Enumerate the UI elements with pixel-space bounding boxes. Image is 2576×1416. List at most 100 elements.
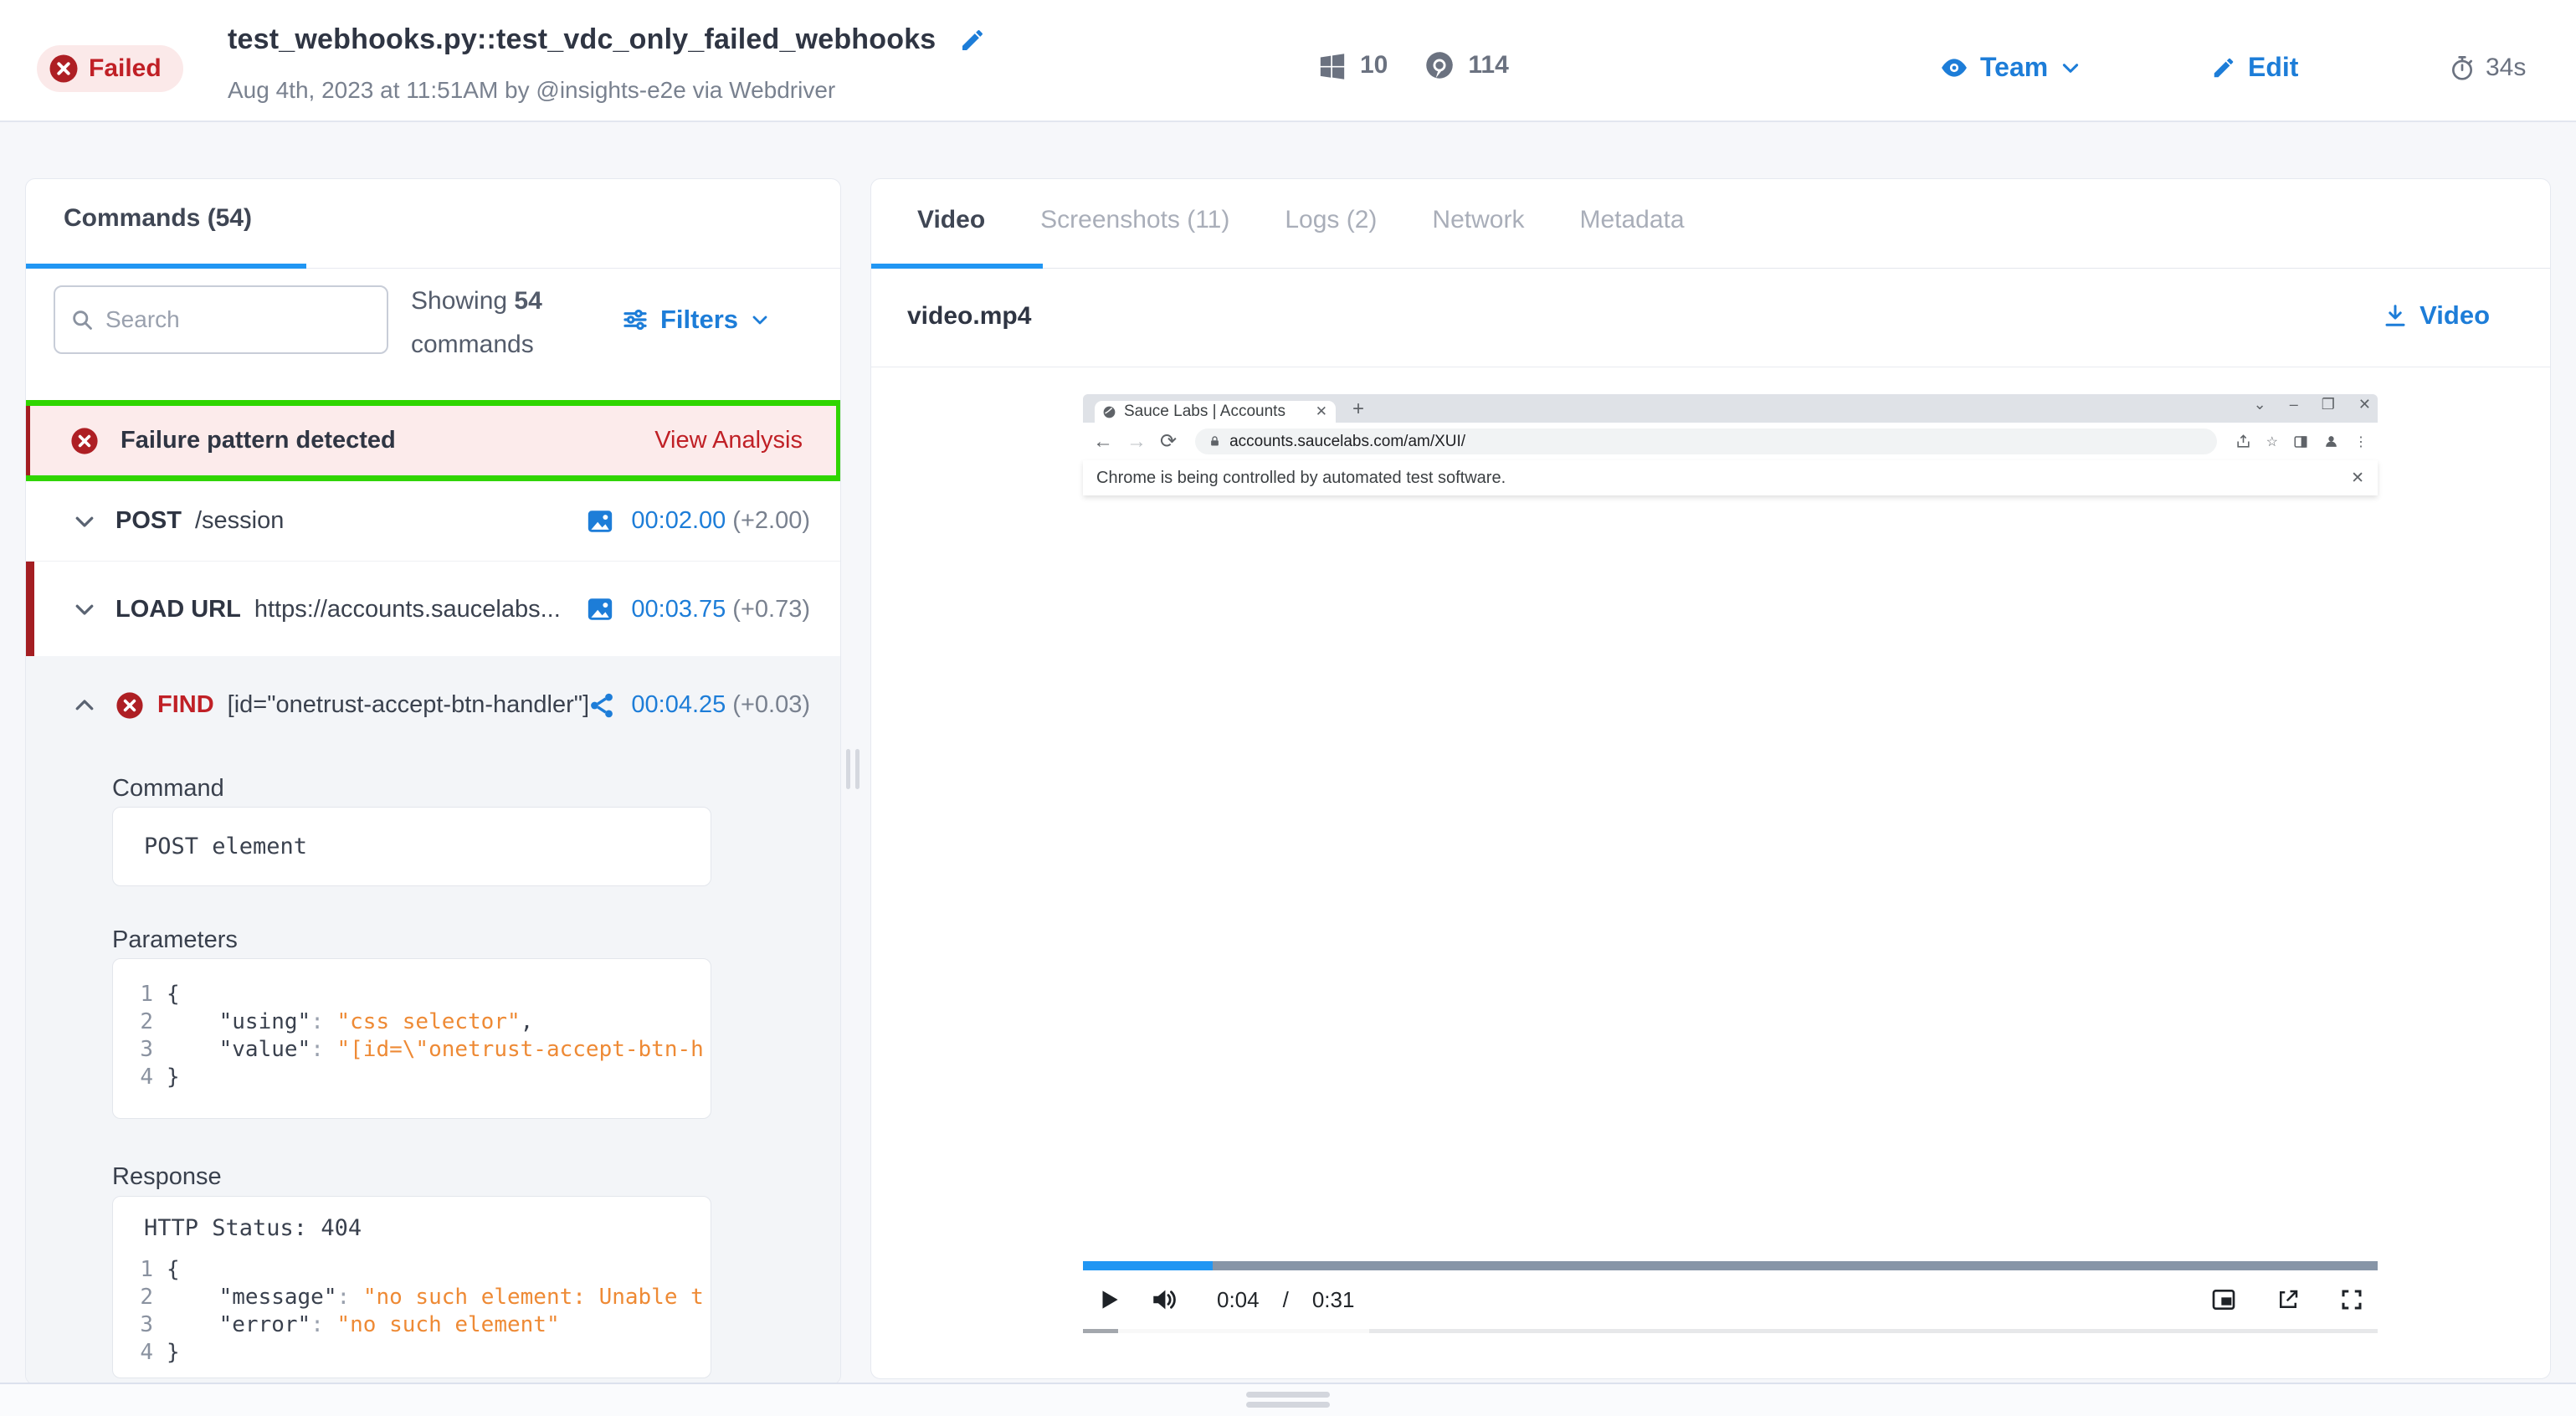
error-x-icon [70, 427, 99, 455]
tab-video[interactable]: Video [917, 206, 985, 234]
address-bar: accounts.saucelabs.com/am/XUI/ [1195, 428, 2217, 454]
chevron-down-icon[interactable] [72, 509, 97, 534]
window-dropdown-icon: ⌄ [2254, 396, 2266, 413]
showing-count: Showing 54 commands [411, 280, 542, 367]
new-tab-icon: + [1352, 398, 1364, 421]
volume-icon[interactable] [1150, 1285, 1178, 1314]
command-target: https://accounts.saucelabs... [254, 596, 587, 623]
tab-network[interactable]: Network [1432, 206, 1524, 234]
command-delta: (+0.73) [732, 596, 810, 623]
video-progress-bar[interactable] [1083, 1261, 2378, 1270]
video-current-time: 0:04 [1217, 1287, 1260, 1313]
commands-panel: Commands (54) Showing 54 commands Filter… [25, 178, 841, 1385]
download-label: Video [2419, 300, 2490, 331]
command-method: FIND [157, 691, 214, 719]
command-search[interactable] [54, 285, 388, 354]
chrome-icon [1424, 50, 1455, 80]
bottom-panel-strip [0, 1383, 2576, 1416]
chevron-up-icon[interactable] [72, 693, 97, 718]
status-text: Failed [89, 54, 162, 83]
filters-button[interactable]: Filters [622, 305, 770, 335]
window-controls: ⌄ – ❐ ✕ [2254, 396, 2371, 413]
team-label: Team [1980, 52, 2048, 83]
os-version: 10 [1360, 51, 1388, 80]
tab-logs[interactable]: Logs (2) [1285, 206, 1377, 234]
command-time: 00:03.75 [631, 596, 726, 623]
browser-tab: Sauce Labs | Accounts ✕ [1095, 401, 1336, 423]
chevron-down-icon[interactable] [72, 597, 97, 622]
browser-item: 114 [1424, 50, 1508, 80]
command-row-find[interactable]: FIND [id="onetrust-accept-btn-handler"] … [26, 656, 840, 754]
bookmark-star-icon: ☆ [2266, 434, 2278, 450]
command-row-post-session[interactable]: POST /session 00:02.00 (+2.00) [26, 481, 840, 562]
video-file-row: video.mp4 Video [871, 269, 2550, 367]
open-in-new-icon[interactable] [2276, 1287, 2301, 1312]
video-tab-underline [871, 264, 1043, 269]
browser-tab-title: Sauce Labs | Accounts [1124, 403, 1307, 421]
bottom-resize-handle[interactable] [1246, 1392, 1330, 1412]
command-target: [id="onetrust-accept-btn-handler"] [228, 691, 588, 719]
screenshot-image-icon[interactable] [586, 595, 614, 623]
screenshot-image-icon[interactable] [586, 507, 614, 536]
automation-infobar: Chrome is being controlled by automated … [1083, 460, 2378, 495]
window-restore-icon: ❐ [2322, 396, 2335, 413]
failure-banner-highlight: Failure pattern detected View Analysis [25, 400, 841, 481]
tab-commands[interactable]: Commands (54) [64, 204, 252, 233]
video-time-separator: / [1283, 1287, 1289, 1313]
chevron-down-icon [750, 310, 770, 330]
share-icon[interactable] [588, 691, 616, 720]
asset-panel: Video Screenshots (11) Logs (2) Network … [870, 178, 2551, 1379]
video-scrollbar[interactable] [1083, 1329, 2378, 1333]
http-status: HTTP Status: 404 [113, 1215, 702, 1241]
panel-resize-handle[interactable] [846, 749, 860, 789]
edit-button[interactable]: Edit [2211, 52, 2298, 83]
download-icon [2383, 303, 2408, 328]
tab-screenshots[interactable]: Screenshots (11) [1040, 206, 1229, 234]
failure-banner-text: Failure pattern detected [121, 427, 396, 454]
command-expanded-section: FIND [id="onetrust-accept-btn-handler"] … [26, 656, 840, 1385]
play-icon[interactable] [1096, 1287, 1121, 1312]
os-item: 10 [1318, 51, 1388, 80]
download-video-button[interactable]: Video [2383, 300, 2490, 331]
parameters-section-label: Parameters [112, 926, 238, 954]
side-panel-icon [2293, 434, 2308, 449]
video-frame[interactable]: Sauce Labs | Accounts ✕ + ⌄ – ❐ ✕ ← → ⟳ … [1083, 394, 2378, 495]
tab-close-icon: ✕ [1316, 403, 1327, 420]
menu-dots-icon: ⋮ [2354, 434, 2368, 450]
filters-label: Filters [660, 305, 738, 335]
lock-icon [1208, 435, 1221, 448]
window-minimize-icon: – [2290, 396, 2298, 413]
search-input[interactable] [105, 306, 357, 333]
environment-info: 10 114 [1318, 50, 1509, 80]
picture-in-picture-icon[interactable] [2210, 1286, 2237, 1313]
fullscreen-icon[interactable] [2339, 1287, 2364, 1312]
command-time: 00:04.25 [631, 691, 726, 719]
view-analysis-link[interactable]: View Analysis [654, 427, 803, 454]
response-section-label: Response [112, 1163, 222, 1191]
profile-avatar-icon [2323, 434, 2339, 449]
infobar-close-icon: ✕ [2351, 469, 2364, 488]
test-duration: 34s [2449, 54, 2526, 82]
back-icon: ← [1093, 430, 1113, 454]
command-delta: (+0.03) [732, 691, 810, 719]
team-dropdown[interactable]: Team [1940, 52, 2081, 83]
video-file-name: video.mp4 [907, 302, 1031, 331]
command-section-label: Command [112, 775, 224, 803]
share-page-icon [2235, 434, 2251, 449]
edit-title-icon[interactable] [959, 27, 986, 54]
duration-text: 34s [2486, 54, 2526, 82]
infobar-text: Chrome is being controlled by automated … [1096, 469, 2351, 488]
toolbar-icons: ☆ ⋮ [2235, 434, 2368, 450]
command-delta: (+2.00) [732, 507, 810, 535]
video-controls: 0:04 / 0:31 [1083, 1270, 2378, 1329]
forward-icon: → [1126, 430, 1147, 454]
tab-metadata[interactable]: Metadata [1579, 206, 1684, 234]
command-target: /session [195, 507, 586, 535]
response-box: HTTP Status: 404 1{ 2 "message": "no suc… [112, 1196, 711, 1378]
reload-icon: ⟳ [1160, 429, 1177, 454]
failure-banner[interactable]: Failure pattern detected View Analysis [25, 406, 836, 475]
search-icon [70, 308, 94, 331]
command-row-load-url[interactable]: LOAD URL https://accounts.saucelabs... 0… [26, 562, 840, 658]
chevron-down-icon [2060, 57, 2081, 79]
windows-icon [1318, 51, 1347, 80]
